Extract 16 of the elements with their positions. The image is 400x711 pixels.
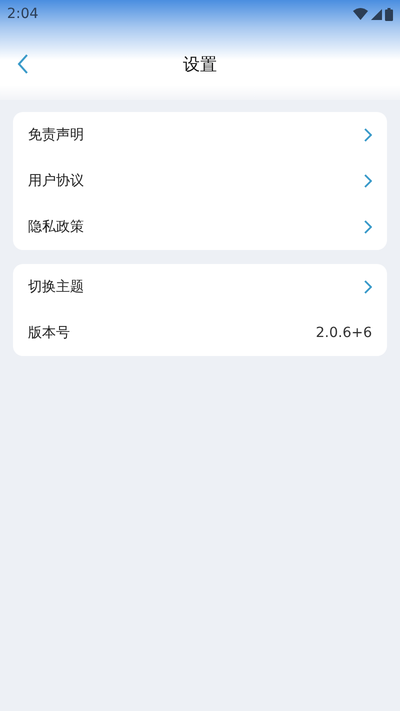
setting-label[interactable]: 切换主题 — [28, 278, 84, 296]
chevron-icon[interactable] — [364, 128, 372, 142]
battery-icon — [385, 8, 393, 20]
chevron-icon[interactable] — [364, 174, 372, 188]
back-icon[interactable] — [17, 54, 29, 74]
version-value: 2.0.6+6 — [316, 325, 372, 341]
setting-label: 版本号 — [28, 324, 70, 342]
chevron-icon[interactable] — [364, 280, 372, 294]
signal-icon — [371, 8, 382, 20]
page-title: 设置 — [183, 54, 217, 76]
setting-label[interactable]: 免责声明 — [28, 126, 84, 144]
setting-label[interactable]: 用户协议 — [28, 172, 84, 190]
setting-label[interactable]: 隐私政策 — [28, 218, 84, 236]
chevron-icon[interactable] — [364, 220, 372, 234]
status-time: 2:04 — [7, 6, 38, 22]
wifi-icon — [353, 8, 368, 20]
